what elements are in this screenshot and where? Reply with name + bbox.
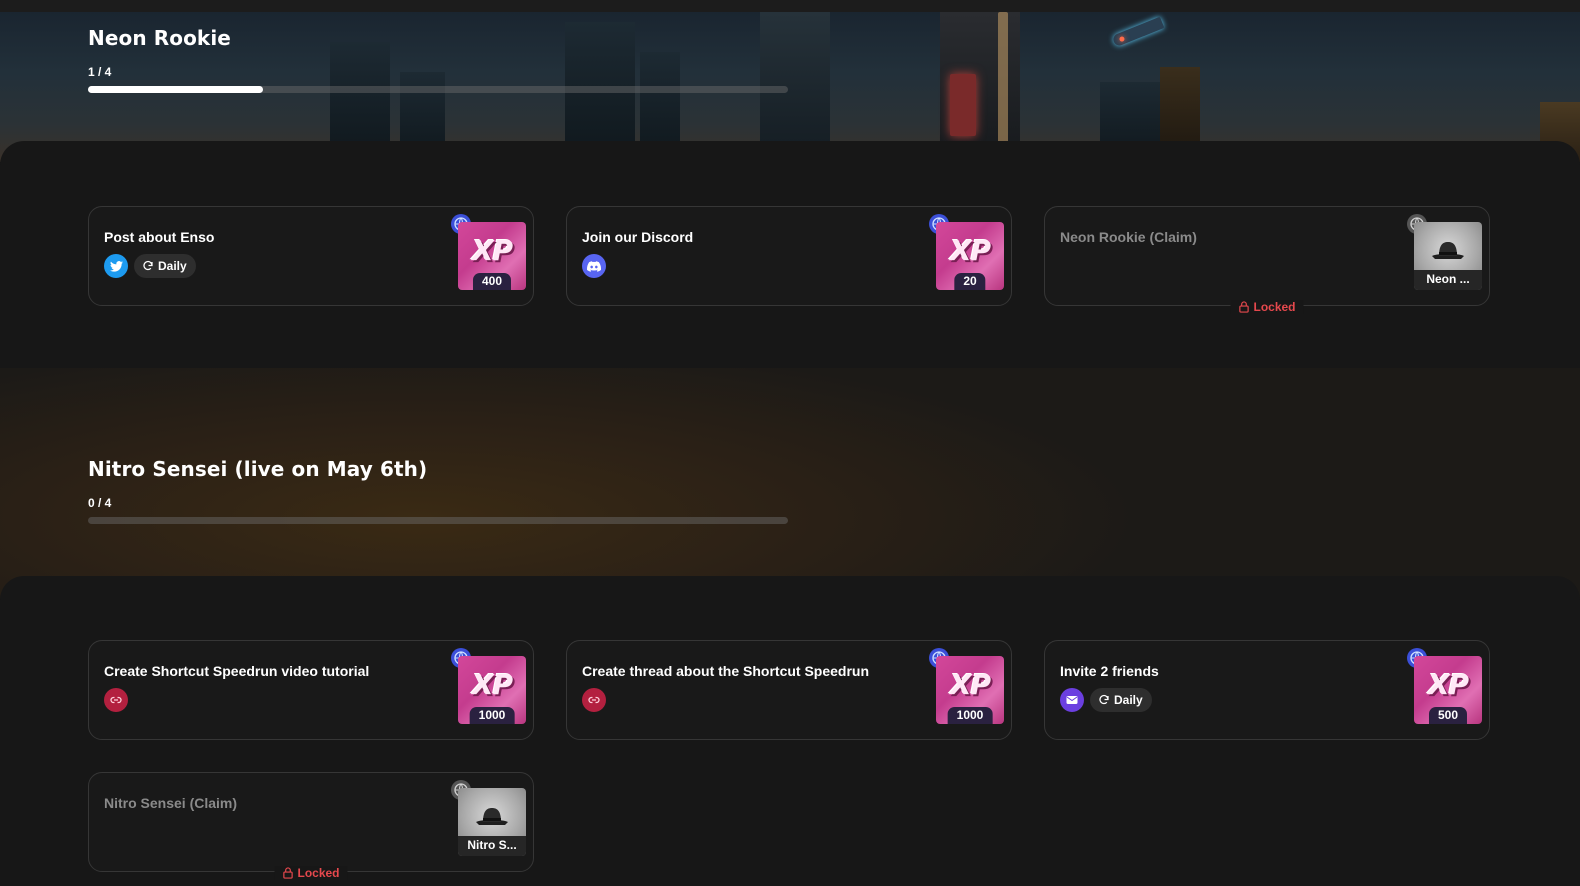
xp-amount: 20 bbox=[954, 273, 986, 290]
quest-panel: Post about Enso Daily XP 400 Join our Di… bbox=[0, 141, 1580, 373]
quest-title: Create Shortcut Speedrun video tutorial bbox=[104, 663, 370, 679]
lock-icon bbox=[1239, 301, 1249, 313]
twitter-icon bbox=[104, 254, 128, 278]
mail-icon bbox=[1060, 688, 1084, 712]
quest-title: Nitro Sensei (Claim) bbox=[104, 795, 238, 811]
quest-title: Invite 2 friends bbox=[1060, 663, 1159, 679]
neon-strip bbox=[998, 12, 1008, 162]
quest-tags bbox=[582, 254, 606, 278]
locked-label: Locked bbox=[297, 866, 340, 880]
xp-reward: XP 400 bbox=[458, 222, 526, 290]
daily-badge: Daily bbox=[1090, 688, 1152, 712]
locked-status: Locked bbox=[274, 866, 348, 880]
nft-reward: Nitro S... bbox=[458, 788, 526, 856]
refresh-icon bbox=[1099, 694, 1109, 705]
quest-panel: Create Shortcut Speedrun video tutorial … bbox=[0, 576, 1580, 886]
refresh-icon bbox=[143, 260, 153, 271]
quest-card-post-about-enso[interactable]: Post about Enso Daily XP 400 bbox=[88, 206, 534, 306]
nft-reward: Neon ... bbox=[1414, 222, 1482, 290]
quest-card-speedrun-thread[interactable]: Create thread about the Shortcut Speedru… bbox=[566, 640, 1012, 740]
flying-ship bbox=[1111, 16, 1165, 48]
quest-tags bbox=[582, 688, 606, 712]
daily-badge: Daily bbox=[134, 254, 196, 278]
xp-logo: XP bbox=[471, 668, 513, 701]
quest-title: Create thread about the Shortcut Speedru… bbox=[582, 663, 870, 679]
lock-icon bbox=[283, 867, 293, 879]
xp-amount: 500 bbox=[1428, 707, 1468, 724]
link-icon bbox=[104, 688, 128, 712]
discord-icon bbox=[582, 254, 606, 278]
xp-reward: XP 1000 bbox=[458, 656, 526, 724]
xp-reward: XP 500 bbox=[1414, 656, 1482, 724]
progress-fill bbox=[88, 86, 263, 93]
xp-reward: XP 20 bbox=[936, 222, 1004, 290]
quest-card-join-discord[interactable]: Join our Discord XP 20 bbox=[566, 206, 1012, 306]
quests-page: Neon Rookie 1 / 4 Post about Enso Daily … bbox=[0, 0, 1580, 886]
quest-card-invite-friends[interactable]: Invite 2 friends Daily XP 500 bbox=[1044, 640, 1490, 740]
quest-tags: Daily bbox=[104, 254, 196, 278]
xp-amount: 1000 bbox=[469, 707, 515, 724]
xp-logo: XP bbox=[471, 234, 513, 267]
nitro-sensei-banner bbox=[0, 368, 1580, 598]
top-strip bbox=[0, 0, 1580, 12]
progress-count: 0 / 4 bbox=[88, 496, 112, 510]
progress-bar bbox=[88, 517, 788, 524]
quest-tags: Daily bbox=[1060, 688, 1152, 712]
progress-count: 1 / 4 bbox=[88, 65, 112, 79]
detective-hat-icon bbox=[476, 808, 508, 825]
detective-hat-icon bbox=[1432, 242, 1464, 259]
neon-sign bbox=[950, 74, 976, 136]
quest-title: Neon Rookie (Claim) bbox=[1060, 229, 1197, 245]
section-title: Nitro Sensei (live on May 6th) bbox=[88, 457, 428, 481]
quest-card-neon-rookie-claim[interactable]: Neon Rookie (Claim) Neon ... Locked bbox=[1044, 206, 1490, 314]
xp-reward: XP 1000 bbox=[936, 656, 1004, 724]
frequency-label: Daily bbox=[158, 259, 187, 273]
link-icon bbox=[582, 688, 606, 712]
frequency-label: Daily bbox=[1114, 693, 1143, 707]
xp-amount: 1000 bbox=[947, 707, 993, 724]
nft-name: Nitro S... bbox=[458, 836, 526, 856]
locked-status: Locked bbox=[1230, 300, 1304, 314]
quest-tags bbox=[104, 688, 128, 712]
quest-title: Post about Enso bbox=[104, 229, 215, 245]
xp-logo: XP bbox=[949, 234, 991, 267]
quest-title: Join our Discord bbox=[582, 229, 694, 245]
xp-logo: XP bbox=[949, 668, 991, 701]
progress-bar bbox=[88, 86, 788, 93]
locked-label: Locked bbox=[1253, 300, 1296, 314]
nft-name: Neon ... bbox=[1414, 270, 1482, 290]
xp-logo: XP bbox=[1427, 668, 1469, 701]
section-title: Neon Rookie bbox=[88, 26, 231, 50]
xp-amount: 400 bbox=[472, 273, 512, 290]
quest-card-speedrun-video[interactable]: Create Shortcut Speedrun video tutorial … bbox=[88, 640, 534, 740]
quest-card-nitro-sensei-claim[interactable]: Nitro Sensei (Claim) Nitro S... Locked bbox=[88, 772, 534, 880]
